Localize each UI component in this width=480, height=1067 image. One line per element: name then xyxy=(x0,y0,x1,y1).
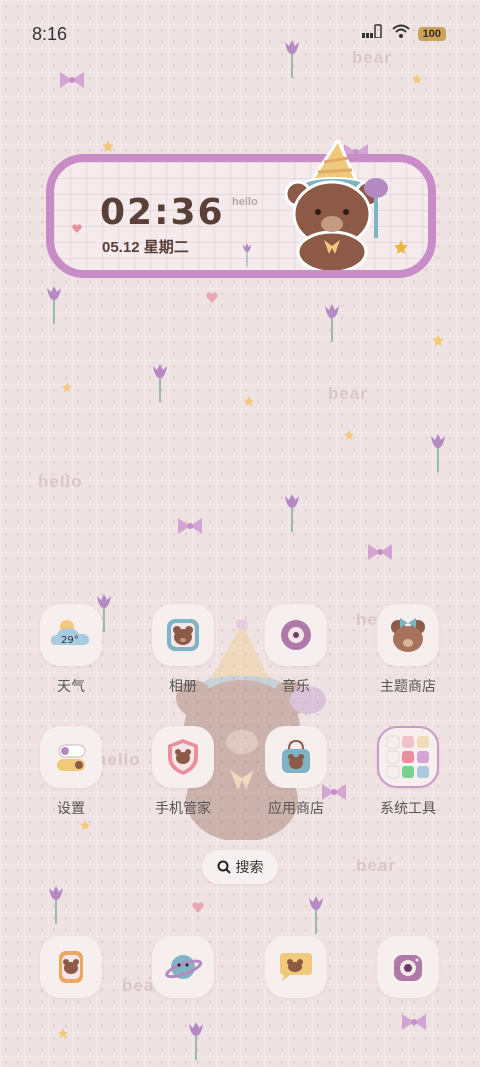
app-music[interactable]: 音乐 xyxy=(246,604,346,696)
app-weather[interactable]: 29° 天气 xyxy=(21,604,121,696)
widget-clock-time: 02:36 xyxy=(100,192,225,233)
star-icon xyxy=(344,430,354,440)
app-phone-manager[interactable]: 手机管家 xyxy=(133,726,233,818)
star-icon xyxy=(432,334,444,346)
search-icon xyxy=(217,860,231,874)
dock-app-browser[interactable] xyxy=(133,936,233,998)
bow-icon xyxy=(368,544,392,560)
app-store-app-icon xyxy=(265,726,327,788)
theme-store-app-icon xyxy=(377,604,439,666)
music-app-icon xyxy=(265,604,327,666)
watermark-text: hello xyxy=(38,472,83,491)
weather-app-icon: 29° xyxy=(40,604,102,666)
app-app-store[interactable]: 应用商店 xyxy=(246,726,346,818)
dock-app-phone[interactable] xyxy=(21,936,121,998)
status-time: 8:16 xyxy=(32,24,68,44)
status-bar: 8:16 100 xyxy=(0,0,480,66)
heart-icon xyxy=(192,902,204,913)
watermark-text: bear xyxy=(352,48,392,67)
star-icon xyxy=(62,382,72,392)
dock-app-camera[interactable] xyxy=(358,936,458,998)
tulip-icon xyxy=(325,304,339,342)
search-label: 搜索 xyxy=(235,859,264,875)
app-theme-store[interactable]: 主题商店 xyxy=(358,604,458,696)
tulip-icon xyxy=(153,364,167,402)
app-settings[interactable]: 设置 xyxy=(21,726,121,818)
gallery-app-icon xyxy=(152,604,214,666)
clock-widget[interactable]: 02:36 05.12 星期二 hello xyxy=(46,140,436,278)
heart-icon xyxy=(206,292,218,303)
watermark-text: bear xyxy=(356,856,396,875)
app-gallery[interactable]: 相册 xyxy=(133,604,233,696)
star-icon xyxy=(412,74,422,84)
phone-manager-app-icon xyxy=(152,726,214,788)
bow-icon xyxy=(178,518,202,534)
settings-app-icon xyxy=(40,726,102,788)
app-label: 相册 xyxy=(169,678,197,694)
weather-temp: 29° xyxy=(61,635,79,646)
tulip-icon xyxy=(431,434,445,472)
status-icons: 100 xyxy=(361,24,446,43)
star-icon xyxy=(394,240,408,254)
widget-date: 05.12 星期二 xyxy=(102,239,189,256)
planet-browser-icon xyxy=(152,936,214,998)
app-label: 应用商店 xyxy=(268,800,324,816)
tulip-icon xyxy=(285,40,299,78)
tulip-icon xyxy=(189,1022,203,1060)
battery-indicator: 100 xyxy=(417,26,446,41)
phone-app-icon xyxy=(40,936,102,998)
heart-icon xyxy=(72,224,82,233)
app-label: 设置 xyxy=(57,800,85,816)
app-folder-system-tools[interactable]: 系统工具 xyxy=(358,726,458,818)
widget-hello-text: hello xyxy=(232,196,258,208)
tulip-icon xyxy=(285,494,299,532)
tulip-icon xyxy=(309,896,323,934)
star-icon xyxy=(58,1028,68,1038)
bear-sticker-illustration xyxy=(284,140,388,270)
tulip-icon xyxy=(47,286,61,324)
bow-icon xyxy=(402,1014,426,1030)
tulip-icon xyxy=(242,243,252,267)
signal-icon xyxy=(361,24,384,43)
tulip-icon xyxy=(49,886,63,924)
camera-icon xyxy=(377,936,439,998)
app-label: 主题商店 xyxy=(380,678,436,694)
bow-icon xyxy=(60,72,84,88)
message-bubble-icon xyxy=(265,936,327,998)
dock-app-messages[interactable] xyxy=(246,936,346,998)
folder-grid-icon xyxy=(377,726,439,788)
app-label: 天气 xyxy=(57,678,85,694)
star-icon xyxy=(102,140,114,152)
app-label: 系统工具 xyxy=(380,800,436,816)
wifi-icon xyxy=(391,24,410,43)
app-label: 手机管家 xyxy=(155,800,211,816)
search-button[interactable]: 搜索 xyxy=(202,850,278,884)
star-icon xyxy=(244,396,254,406)
app-label: 音乐 xyxy=(282,678,310,694)
star-icon xyxy=(80,820,90,830)
watermark-text: bear xyxy=(328,384,368,403)
